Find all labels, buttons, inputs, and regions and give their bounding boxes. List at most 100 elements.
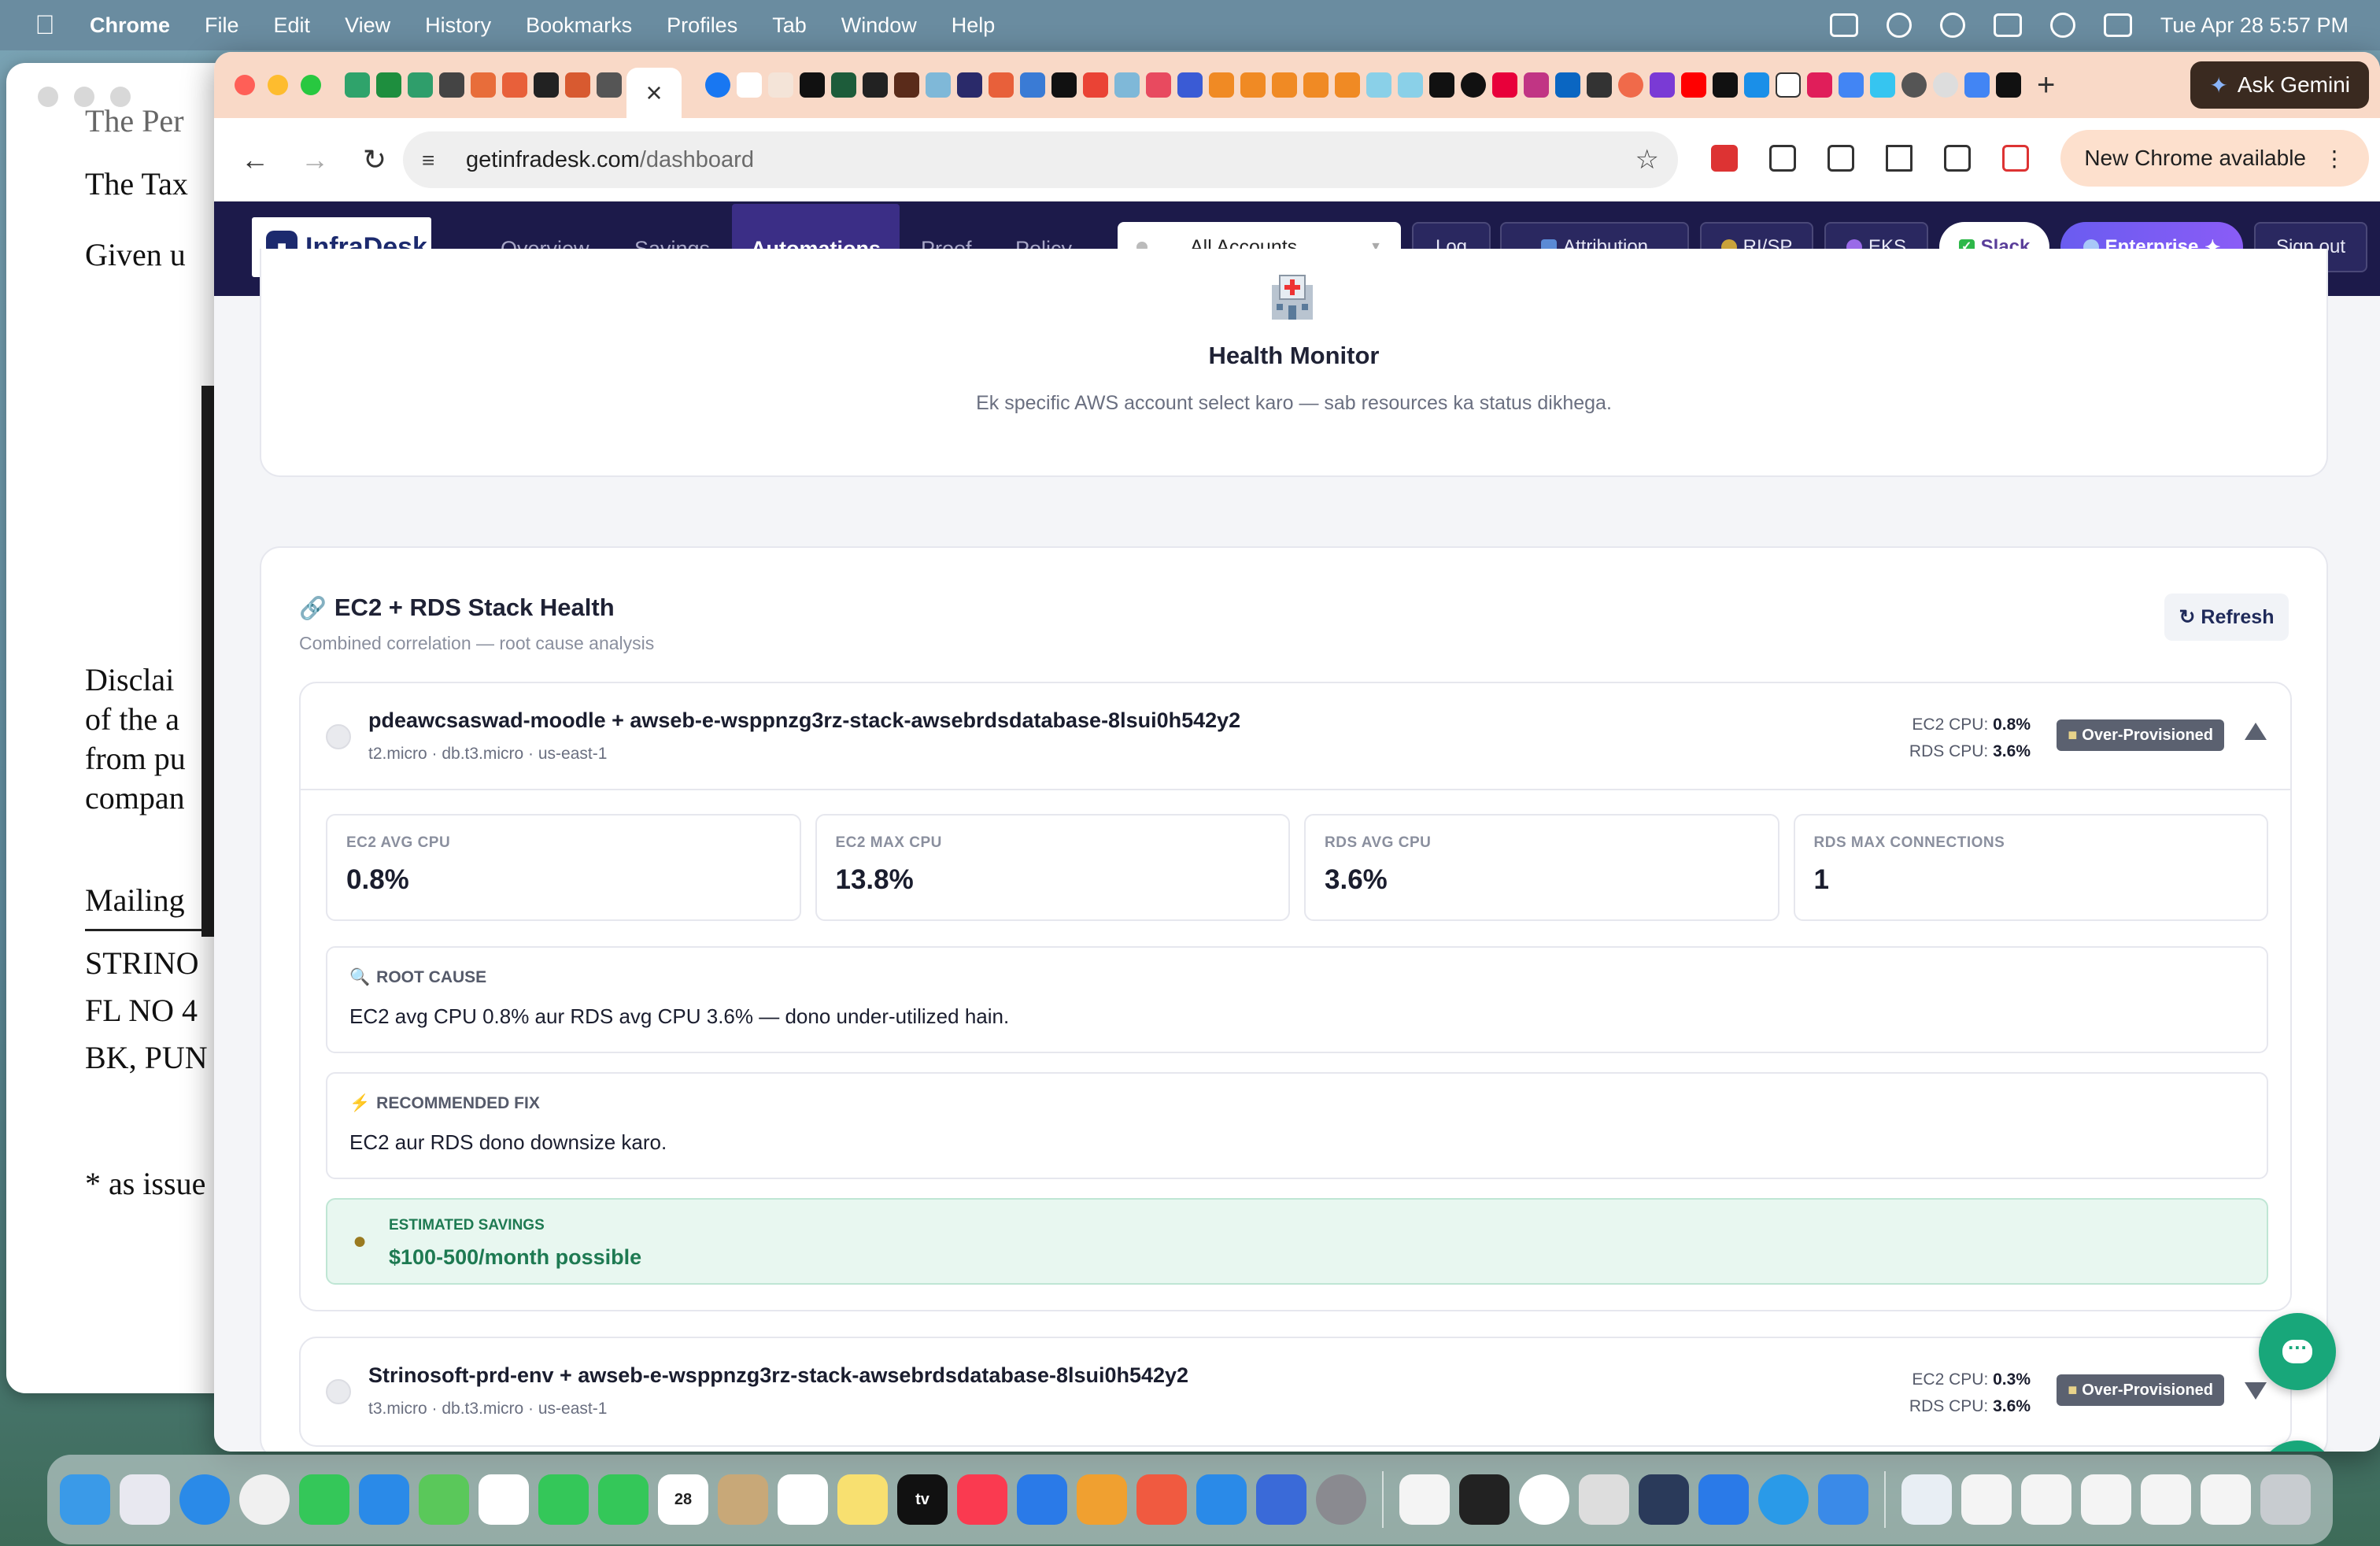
extensions-puzzle-icon[interactable] — [1769, 145, 1797, 172]
bookmark-star-icon[interactable]: ☆ — [1635, 144, 1659, 176]
messages-icon[interactable] — [299, 1474, 349, 1525]
tab-favicon[interactable] — [1114, 72, 1140, 98]
window-grid-icon[interactable] — [1829, 13, 1858, 37]
stack-item-header[interactable]: Strinosoft-prd-env + awseb-e-wsppnzg3rz-… — [301, 1338, 2290, 1445]
keynote-icon[interactable] — [1017, 1474, 1067, 1525]
tab-close-icon[interactable]: × — [645, 76, 662, 109]
database-app-icon[interactable] — [1639, 1474, 1689, 1525]
trash-icon[interactable] — [2260, 1474, 2311, 1525]
tab-favicon[interactable] — [1429, 72, 1454, 98]
tab-favicon[interactable] — [894, 72, 919, 98]
refresh-button[interactable]: ↻ Refresh — [2164, 594, 2289, 641]
terminal-icon[interactable] — [1459, 1474, 1510, 1525]
kebab-menu-icon[interactable]: ⋮ — [2323, 146, 2345, 172]
tab-favicon[interactable] — [565, 72, 590, 98]
menu-history[interactable]: History — [425, 13, 491, 38]
tab-favicon[interactable] — [1524, 72, 1549, 98]
music-icon[interactable] — [957, 1474, 1007, 1525]
tab-favicon[interactable] — [1083, 72, 1108, 98]
profile-avatar-icon[interactable] — [2002, 145, 2030, 172]
tab-search-icon[interactable] — [1828, 145, 1855, 172]
tab-favicon[interactable] — [1461, 72, 1486, 98]
tab-favicon[interactable] — [800, 72, 825, 98]
chat-button[interactable] — [2259, 1313, 2336, 1390]
document-thumbnail[interactable] — [1901, 1474, 1952, 1525]
media-play-icon[interactable] — [1886, 13, 1912, 38]
document-thumbnail[interactable] — [2021, 1474, 2071, 1525]
tab-favicon[interactable] — [1051, 72, 1077, 98]
maps-icon[interactable] — [419, 1474, 469, 1525]
tab-favicon[interactable] — [502, 72, 527, 98]
tab-favicon[interactable] — [1272, 72, 1297, 98]
tab-favicon[interactable] — [471, 72, 496, 98]
tab-favicon[interactable] — [1303, 72, 1329, 98]
tab-favicon[interactable] — [737, 72, 762, 98]
close-window-button[interactable] — [235, 75, 255, 95]
menubar-clock[interactable]: Tue Apr 28 5:57 PM — [2160, 13, 2349, 38]
menu-window[interactable]: Window — [841, 13, 917, 38]
tab-favicon[interactable] — [768, 72, 793, 98]
tab-favicon[interactable] — [957, 72, 982, 98]
menu-profiles[interactable]: Profiles — [667, 13, 737, 38]
tab-favicon[interactable] — [534, 72, 559, 98]
background-document-window[interactable]: The Per The Tax Given u Disclai of the a… — [6, 63, 242, 1393]
address-bar[interactable]: ≡ getinfradesk.com/dashboard ☆ — [403, 131, 1678, 188]
launchpad-icon[interactable] — [120, 1474, 170, 1525]
tab-favicon[interactable] — [345, 72, 370, 98]
tab-favicon[interactable] — [1839, 72, 1864, 98]
tab-favicon[interactable] — [1146, 72, 1171, 98]
system-settings-icon[interactable] — [1316, 1474, 1366, 1525]
tab-favicon[interactable] — [1492, 72, 1517, 98]
site-settings-icon[interactable]: ≡ — [422, 148, 445, 172]
cursor-app-icon[interactable] — [1519, 1474, 1569, 1525]
app-store-icon[interactable] — [1196, 1474, 1247, 1525]
tab-favicon[interactable] — [831, 72, 856, 98]
tab-favicon[interactable] — [1650, 72, 1675, 98]
menu-tab[interactable]: Tab — [772, 13, 807, 38]
menu-help[interactable]: Help — [952, 13, 996, 38]
safari-icon[interactable] — [179, 1474, 230, 1525]
chevron-down-icon[interactable] — [2245, 1382, 2267, 1400]
tab-favicon[interactable] — [1240, 72, 1266, 98]
phone-icon[interactable] — [598, 1474, 649, 1525]
forward-arrow-icon[interactable]: → — [296, 141, 334, 179]
tab-favicon[interactable] — [1209, 72, 1234, 98]
mail-icon[interactable] — [359, 1474, 409, 1525]
tab-favicon[interactable] — [1996, 72, 2021, 98]
tab-favicon[interactable] — [705, 72, 730, 98]
tab-favicon[interactable] — [1177, 72, 1203, 98]
tab-favicon[interactable] — [926, 72, 951, 98]
chevron-up-icon[interactable] — [2245, 723, 2267, 740]
spotlight-search-icon[interactable] — [2049, 13, 2075, 38]
document-thumbnail[interactable] — [2081, 1474, 2131, 1525]
tab-favicon[interactable] — [376, 72, 401, 98]
tab-favicon[interactable] — [1555, 72, 1580, 98]
stack-item[interactable]: Strinosoft-prd-env + awseb-e-wsppnzg3rz-… — [299, 1337, 2292, 1447]
tab-favicon[interactable] — [989, 72, 1014, 98]
tab-favicon[interactable] — [597, 72, 622, 98]
tab-favicon[interactable] — [1776, 72, 1801, 98]
chrome-update-button[interactable]: New Chrome available ⋮ — [2060, 130, 2369, 187]
tab-favicon[interactable] — [1020, 72, 1045, 98]
document-thumbnail[interactable] — [2201, 1474, 2251, 1525]
control-center-icon[interactable] — [2103, 13, 2132, 37]
stack-item-header[interactable]: pdeawcsaswad-moodle + awseb-e-wsppnzg3rz… — [301, 683, 2290, 790]
quicktime-icon[interactable] — [1758, 1474, 1809, 1525]
menu-bookmarks[interactable]: Bookmarks — [526, 13, 632, 38]
tab-favicon[interactable] — [1335, 72, 1360, 98]
textedit-icon[interactable] — [1399, 1474, 1450, 1525]
active-tab[interactable]: × — [626, 68, 682, 118]
windows-app-icon[interactable] — [1818, 1474, 1868, 1525]
tab-favicon[interactable] — [1618, 72, 1643, 98]
apple-icon[interactable]:  — [31, 9, 58, 41]
minimize-window-button[interactable] — [268, 75, 288, 95]
rocket-app-icon[interactable] — [1136, 1474, 1187, 1525]
menu-file[interactable]: File — [205, 13, 239, 38]
tab-favicon[interactable] — [1366, 72, 1391, 98]
tab-favicon[interactable] — [1964, 72, 1990, 98]
apple-tv-icon[interactable]: tv — [897, 1474, 948, 1525]
facetime-icon[interactable] — [538, 1474, 589, 1525]
notes-icon[interactable] — [837, 1474, 888, 1525]
back-arrow-icon[interactable]: ← — [236, 141, 274, 179]
tab-favicon[interactable] — [1587, 72, 1612, 98]
